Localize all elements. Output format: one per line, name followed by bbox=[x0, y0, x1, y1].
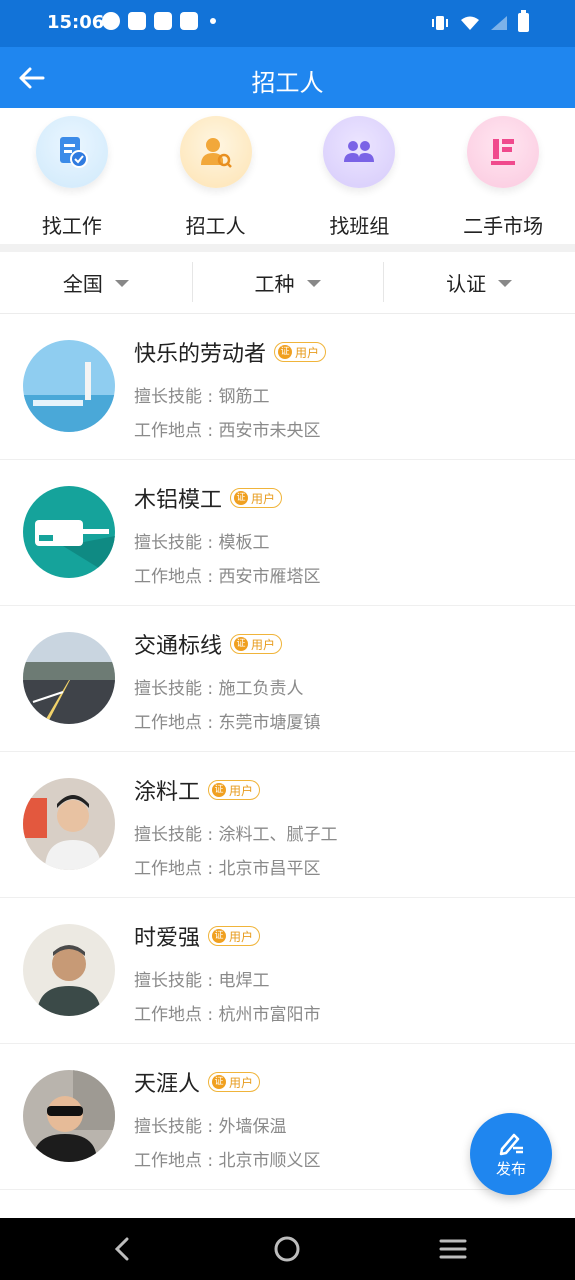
status-time: 15:06 bbox=[47, 12, 105, 33]
verified-badge-icon: 证 bbox=[212, 1075, 227, 1089]
badge-label: 用户 bbox=[251, 491, 276, 506]
worker-name: 时爱强 bbox=[134, 926, 201, 951]
avatar bbox=[23, 778, 115, 870]
list-item[interactable]: 木铝模工 证用户 擅长技能 : 模板工 工作地点 : 西安市雁塔区 bbox=[0, 460, 575, 606]
dropdown-caret-icon bbox=[498, 280, 513, 287]
category-label: 二手市场 bbox=[463, 214, 544, 238]
publish-label: 发布 bbox=[495, 1159, 526, 1178]
verified-badge-icon: 证 bbox=[278, 345, 293, 359]
verified-badge-icon: 证 bbox=[212, 783, 227, 797]
vibrate-icon bbox=[432, 15, 448, 30]
avatar bbox=[23, 924, 115, 1016]
category-recruit[interactable]: 招工人 bbox=[144, 108, 288, 244]
market-icon bbox=[467, 116, 540, 188]
worker-skill: 擅长技能 : 施工负责人 bbox=[134, 679, 304, 699]
worker-name: 涂料工 bbox=[134, 780, 201, 805]
battery-icon bbox=[518, 10, 529, 32]
status-bar: 15:06 bbox=[0, 0, 575, 47]
page-title: 招工人 bbox=[251, 69, 324, 97]
worker-location: 工作地点 : 北京市顺义区 bbox=[134, 1151, 321, 1171]
category-label: 招工人 bbox=[185, 214, 246, 238]
system-nav-bar bbox=[0, 1218, 575, 1280]
filter-label: 认证 bbox=[446, 272, 487, 296]
section-divider bbox=[0, 244, 575, 252]
badge-label: 用户 bbox=[251, 637, 276, 652]
publish-button[interactable]: 发布 bbox=[470, 1113, 552, 1195]
category-nav: 找工作 招工人 找班组 二手市场 bbox=[0, 108, 575, 244]
signal-icon bbox=[491, 15, 507, 30]
verified-user-badge: 证用户 bbox=[208, 780, 261, 800]
dropdown-caret-icon bbox=[114, 280, 129, 287]
team-icon bbox=[323, 116, 396, 188]
edit-icon bbox=[499, 1133, 523, 1155]
nav-home-icon bbox=[274, 1236, 300, 1262]
avatar bbox=[23, 340, 115, 432]
worker-name: 快乐的劳动者 bbox=[134, 342, 267, 367]
mail-icon bbox=[128, 12, 146, 30]
nav-back-icon bbox=[114, 1237, 129, 1261]
worker-skill: 擅长技能 : 电焊工 bbox=[134, 971, 270, 991]
worker-skill: 擅长技能 : 模板工 bbox=[134, 533, 270, 553]
filter-bar: 全国 工种 认证 bbox=[0, 252, 575, 314]
avatar bbox=[23, 632, 115, 724]
nav-menu-icon bbox=[439, 1239, 467, 1259]
mail-icon bbox=[154, 12, 172, 30]
verified-badge-icon: 证 bbox=[212, 929, 227, 943]
badge-label: 用户 bbox=[295, 345, 320, 360]
mail-icon bbox=[180, 12, 198, 30]
filter-trade[interactable]: 工种 bbox=[191, 252, 384, 313]
recruit-icon bbox=[179, 116, 252, 188]
worker-skill: 擅长技能 : 涂料工、腻子工 bbox=[134, 825, 338, 845]
worker-location: 工作地点 : 北京市昌平区 bbox=[134, 859, 321, 879]
filter-certification[interactable]: 认证 bbox=[383, 252, 575, 313]
worker-name: 木铝模工 bbox=[134, 488, 223, 513]
notification-icon bbox=[102, 12, 120, 30]
verified-user-badge: 证用户 bbox=[230, 634, 283, 654]
worker-skill: 擅长技能 : 钢筋工 bbox=[134, 387, 270, 407]
verified-user-badge: 证用户 bbox=[274, 342, 327, 362]
worker-list: 快乐的劳动者 证用户 擅长技能 : 钢筋工 工作地点 : 西安市未央区 木铝模工… bbox=[0, 314, 575, 1280]
list-item[interactable]: 涂料工 证用户 擅长技能 : 涂料工、腻子工 工作地点 : 北京市昌平区 bbox=[0, 752, 575, 898]
worker-location: 工作地点 : 西安市雁塔区 bbox=[134, 567, 321, 587]
badge-label: 用户 bbox=[229, 783, 254, 798]
avatar bbox=[23, 486, 115, 578]
filter-label: 全国 bbox=[62, 272, 103, 296]
category-market[interactable]: 二手市场 bbox=[431, 108, 575, 244]
category-label: 找班组 bbox=[329, 214, 390, 238]
badge-label: 用户 bbox=[229, 929, 254, 944]
worker-name: 天涯人 bbox=[134, 1072, 201, 1097]
verified-user-badge: 证用户 bbox=[230, 488, 283, 508]
list-item[interactable]: 交通标线 证用户 擅长技能 : 施工负责人 工作地点 : 东莞市塘厦镇 bbox=[0, 606, 575, 752]
list-item[interactable] bbox=[0, 1190, 575, 1280]
category-label: 找工作 bbox=[41, 214, 102, 238]
verified-badge-icon: 证 bbox=[234, 491, 249, 505]
filter-region[interactable]: 全国 bbox=[0, 252, 192, 313]
badge-label: 用户 bbox=[229, 1075, 254, 1090]
app-bar: 招工人 bbox=[0, 47, 575, 108]
worker-name: 交通标线 bbox=[134, 634, 223, 659]
nav-recents-button[interactable] bbox=[436, 1232, 470, 1266]
find-job-icon bbox=[35, 116, 108, 188]
dropdown-caret-icon bbox=[306, 280, 321, 287]
wifi-icon bbox=[461, 16, 479, 30]
verified-user-badge: 证用户 bbox=[208, 926, 261, 946]
more-notifications-icon bbox=[210, 18, 216, 24]
verified-user-badge: 证用户 bbox=[208, 1072, 261, 1092]
avatar bbox=[23, 1070, 115, 1162]
verified-badge-icon: 证 bbox=[234, 637, 249, 651]
category-team[interactable]: 找班组 bbox=[288, 108, 432, 244]
worker-location: 工作地点 : 杭州市富阳市 bbox=[134, 1005, 321, 1025]
nav-home-button[interactable] bbox=[270, 1232, 304, 1266]
list-item[interactable]: 快乐的劳动者 证用户 擅长技能 : 钢筋工 工作地点 : 西安市未央区 bbox=[0, 314, 575, 460]
worker-skill: 擅长技能 : 外墙保温 bbox=[134, 1117, 287, 1137]
worker-location: 工作地点 : 西安市未央区 bbox=[134, 421, 321, 441]
filter-label: 工种 bbox=[254, 272, 295, 296]
category-find-job[interactable]: 找工作 bbox=[0, 108, 144, 244]
list-item[interactable]: 时爱强 证用户 擅长技能 : 电焊工 工作地点 : 杭州市富阳市 bbox=[0, 898, 575, 1044]
nav-back-button[interactable] bbox=[105, 1232, 139, 1266]
worker-location: 工作地点 : 东莞市塘厦镇 bbox=[134, 713, 321, 733]
